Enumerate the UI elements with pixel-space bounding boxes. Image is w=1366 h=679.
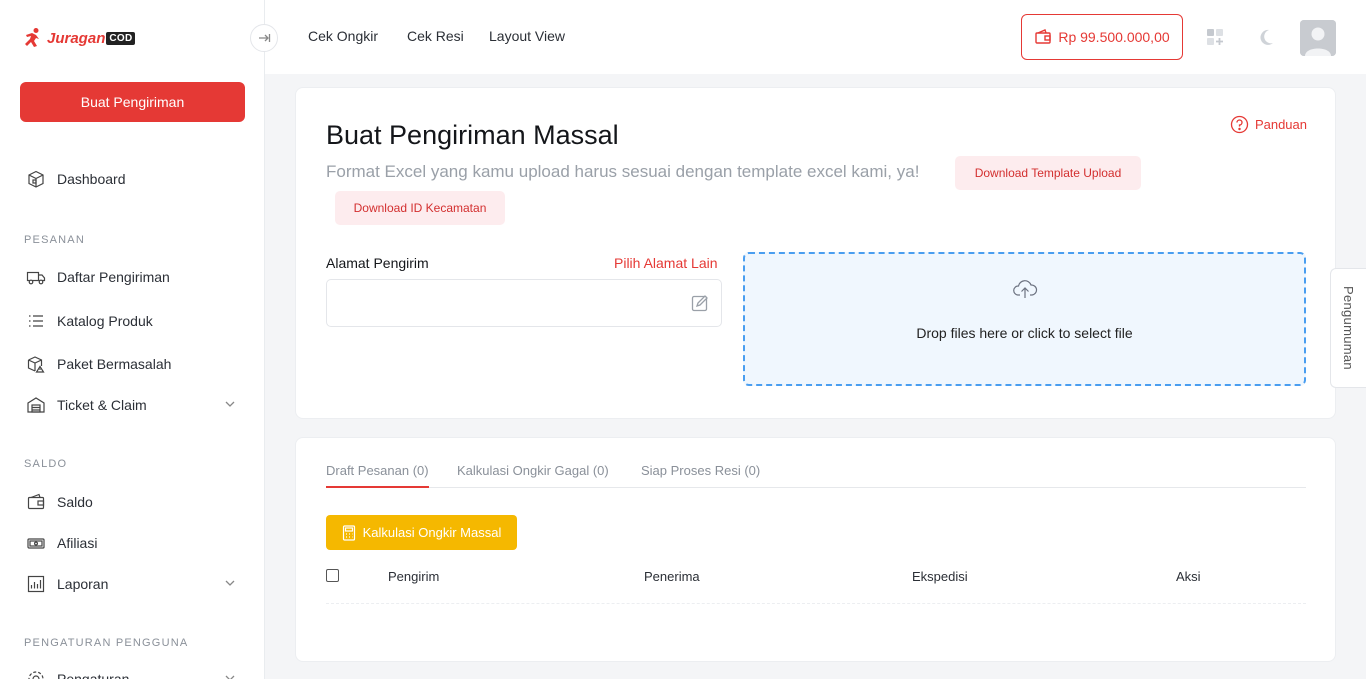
sidebar-item-label: Paket Bermasalah	[57, 356, 172, 372]
page-subtitle: Format Excel yang kamu upload harus sesu…	[326, 162, 920, 181]
list-icon	[26, 311, 46, 331]
truck-icon	[26, 267, 46, 287]
dropzone-text: Drop files here or click to select file	[916, 325, 1133, 341]
sidebar-item-laporan[interactable]: Laporan	[26, 572, 241, 596]
moon-icon[interactable]	[1255, 26, 1277, 48]
order-tabs: Draft Pesanan (0) Kalkulasi Ongkir Gagal…	[326, 460, 1306, 488]
bulk-upload-card: Buat Pengiriman Massal Format Excel yang…	[295, 87, 1336, 419]
sidebar-item-label: Pengaturan	[57, 671, 130, 679]
column-header-pengirim: Pengirim	[388, 569, 440, 584]
sidebar-item-ticket-claim[interactable]: Ticket & Claim	[26, 393, 241, 417]
column-header-ekspedisi: Ekspedisi	[912, 569, 968, 584]
download-template-button[interactable]: Download Template Upload	[955, 156, 1141, 190]
sidebar-item-label: Dashboard	[57, 171, 126, 187]
sidebar-item-label: Daftar Pengiriman	[57, 269, 170, 285]
file-dropzone[interactable]: Drop files here or click to select file	[743, 252, 1306, 386]
arrow-right-icon	[259, 34, 271, 42]
gear-icon	[26, 669, 46, 679]
brand-name: Juragan	[47, 29, 106, 47]
orders-card: Draft Pesanan (0) Kalkulasi Ongkir Gagal…	[295, 437, 1336, 662]
nav-link-layout-view[interactable]: Layout View	[489, 28, 565, 44]
section-label-pengaturan: PENGATURAN PENGGUNA	[24, 637, 189, 649]
runner-icon	[25, 28, 39, 47]
sidebar-item-label: Laporan	[57, 576, 109, 592]
section-label-saldo: SALDO	[24, 458, 68, 470]
sidebar-item-daftar-pengiriman[interactable]: Daftar Pengiriman	[26, 265, 241, 289]
warehouse-icon	[26, 395, 46, 415]
wallet-icon	[1034, 28, 1052, 46]
tab-siap-proses-resi[interactable]: Siap Proses Resi (0)	[641, 463, 760, 488]
calculate-shipping-button[interactable]: Kalkulasi Ongkir Massal	[326, 515, 517, 550]
sidebar-item-paket-bermasalah[interactable]: Paket Bermasalah	[26, 352, 241, 376]
sidebar-item-label: Saldo	[57, 494, 93, 510]
sender-address-field[interactable]	[326, 279, 722, 327]
guide-link[interactable]: Panduan	[1230, 115, 1307, 134]
brand-logo[interactable]: Juragan COD	[22, 24, 136, 52]
calculate-shipping-label: Kalkulasi Ongkir Massal	[362, 525, 502, 540]
banknote-icon	[26, 533, 46, 553]
guide-label: Panduan	[1254, 117, 1307, 132]
chevron-down-icon[interactable]	[223, 576, 237, 590]
section-label-pesanan: PESANAN	[24, 234, 85, 246]
sidebar-item-katalog-produk[interactable]: Katalog Produk	[26, 309, 241, 333]
page-title: Buat Pengiriman Massal	[326, 120, 619, 150]
user-icon	[1300, 20, 1336, 56]
sidebar-item-label: Ticket & Claim	[57, 397, 147, 413]
announcement-label: Pengumuman	[1341, 286, 1356, 370]
topbar: Cek Ongkir Cek Resi Layout View	[265, 0, 1366, 74]
sidebar-item-label: Katalog Produk	[57, 313, 153, 329]
download-kecamatan-button[interactable]: Download ID Kecamatan	[335, 191, 505, 225]
column-header-aksi: Aksi	[1176, 569, 1201, 584]
sidebar-item-dashboard[interactable]: Dashboard	[26, 167, 241, 191]
chevron-down-icon[interactable]	[223, 397, 237, 411]
sidebar-item-label: Afiliasi	[57, 535, 98, 551]
package-alert-icon	[26, 354, 46, 374]
sidebar-toggle-button[interactable]	[250, 24, 278, 52]
balance-button[interactable]: Rp 99.500.000,00	[1021, 14, 1183, 60]
nav-link-cek-resi[interactable]: Cek Resi	[407, 28, 464, 44]
box-icon	[26, 169, 46, 189]
sender-address-label: Alamat Pengirim	[326, 255, 429, 271]
select-all-checkbox[interactable]	[326, 569, 339, 582]
cloud-upload-icon	[1012, 280, 1037, 298]
edit-icon[interactable]	[689, 292, 711, 314]
avatar[interactable]	[1300, 20, 1336, 56]
nav-link-cek-ongkir[interactable]: Cek Ongkir	[308, 28, 378, 44]
balance-amount: Rp 99.500.000,00	[1058, 29, 1170, 45]
wallet-icon	[26, 492, 46, 512]
calculator-icon	[342, 524, 356, 541]
table-divider	[326, 603, 1306, 604]
choose-other-address-link[interactable]: Pilih Alamat Lain	[614, 255, 718, 271]
help-circle-icon	[1230, 115, 1249, 134]
brand-suffix: COD	[106, 31, 136, 45]
column-header-penerima: Penerima	[644, 569, 700, 584]
sidebar-item-afiliasi[interactable]: Afiliasi	[26, 531, 241, 555]
report-chart-icon	[26, 574, 46, 594]
apps-icon[interactable]	[1204, 26, 1226, 48]
create-shipment-button[interactable]: Buat Pengiriman	[20, 82, 245, 122]
sidebar: Juragan COD Buat Pengiriman Dashboard PE…	[0, 0, 265, 679]
sidebar-item-pengaturan[interactable]: Pengaturan	[26, 667, 241, 679]
tab-draft-pesanan[interactable]: Draft Pesanan (0)	[326, 463, 429, 488]
chevron-down-icon[interactable]	[223, 671, 237, 679]
tab-kalkulasi-ongkir-gagal[interactable]: Kalkulasi Ongkir Gagal (0)	[457, 463, 609, 488]
announcement-tab[interactable]: Pengumuman	[1330, 268, 1366, 388]
sidebar-item-saldo[interactable]: Saldo	[26, 490, 241, 514]
